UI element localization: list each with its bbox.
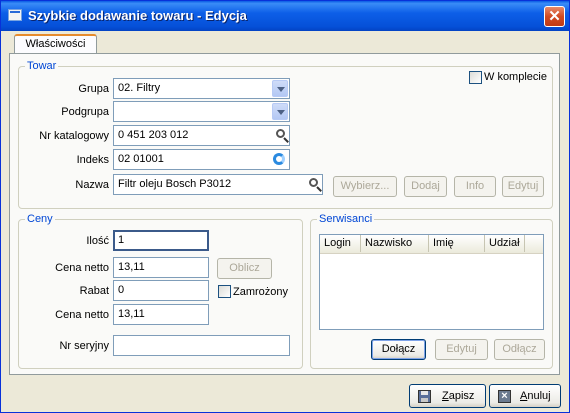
edytuj-serwisant-button[interactable]: Edytuj bbox=[435, 339, 488, 360]
save-icon bbox=[418, 390, 431, 403]
podgrupa-combo[interactable] bbox=[113, 101, 290, 122]
cena-netto-label: Cena netto bbox=[55, 262, 109, 274]
info-button[interactable]: Info bbox=[454, 176, 496, 197]
chevron-down-icon[interactable] bbox=[272, 103, 288, 120]
grupa-label: Grupa bbox=[78, 83, 109, 95]
indeks-label: Indeks bbox=[76, 154, 109, 166]
rabat-field[interactable]: 0 bbox=[113, 280, 209, 301]
column-header-imie[interactable]: Imię bbox=[429, 235, 485, 252]
cancel-label: Anuluj bbox=[520, 390, 551, 402]
refresh-icon[interactable] bbox=[273, 153, 285, 165]
search-icon[interactable] bbox=[309, 178, 318, 187]
close-button[interactable]: ✕ bbox=[544, 6, 565, 27]
cancel-icon: × bbox=[498, 390, 511, 403]
ilosc-field[interactable]: 1 bbox=[113, 230, 209, 251]
w-komplecie-checkbox[interactable] bbox=[469, 71, 482, 84]
towar-legend: Towar bbox=[27, 60, 57, 72]
podgrupa-label: Podgrupa bbox=[61, 106, 109, 118]
ilosc-label: Ilość bbox=[86, 235, 109, 247]
save-label: Zapisz bbox=[442, 390, 475, 402]
indeks-value: 02 01001 bbox=[118, 153, 164, 165]
nr-katalogowy-label: Nr katalogowy bbox=[39, 130, 109, 142]
nr-katalogowy-field[interactable]: 0 451 203 012 bbox=[113, 125, 290, 146]
nazwa-label: Nazwa bbox=[75, 179, 109, 191]
column-header-login[interactable]: Login bbox=[320, 235, 361, 252]
nr-seryjny-label: Nr seryjny bbox=[59, 340, 109, 352]
nazwa-field[interactable]: Filtr oleju Bosch P3012 bbox=[113, 174, 323, 195]
column-header-udzial[interactable]: Udział bbox=[485, 235, 525, 252]
w-komplecie-label[interactable]: W komplecie bbox=[484, 71, 547, 83]
zamrozony-label[interactable]: Zamrożony bbox=[233, 286, 288, 298]
dodaj-button[interactable]: Dodaj bbox=[404, 176, 447, 197]
search-icon[interactable] bbox=[276, 129, 285, 138]
dialog-window: Szybkie dodawanie towaru - Edycja ✕ Właś… bbox=[0, 0, 570, 413]
cena-netto-2-label: Cena netto bbox=[55, 309, 109, 321]
grupa-value: 02. Filtry bbox=[118, 82, 161, 94]
cena-netto-field[interactable]: 13,11 bbox=[113, 257, 209, 278]
close-icon: ✕ bbox=[548, 8, 561, 25]
edytuj-towar-button[interactable]: Edytuj bbox=[502, 176, 544, 197]
ceny-legend: Ceny bbox=[27, 213, 53, 225]
wybierz-button[interactable]: Wybierz... bbox=[333, 176, 397, 197]
serwisanci-legend: Serwisanci bbox=[319, 213, 373, 225]
cena-netto-2-field[interactable]: 13,11 bbox=[113, 304, 209, 325]
window-icon bbox=[8, 9, 22, 21]
column-header-nazwisko[interactable]: Nazwisko bbox=[361, 235, 429, 252]
zamrozony-checkbox[interactable] bbox=[218, 285, 231, 298]
tab-wlasciwosci[interactable]: Właściwości bbox=[14, 34, 97, 54]
list-header: Login Nazwisko Imię Udział bbox=[320, 235, 543, 254]
title-bar[interactable]: Szybkie dodawanie towaru - Edycja ✕ bbox=[1, 1, 569, 31]
nazwa-value: Filtr oleju Bosch P3012 bbox=[118, 178, 232, 190]
cancel-button[interactable]: × Anuluj bbox=[489, 384, 561, 408]
grupa-combo[interactable]: 02. Filtry bbox=[113, 78, 290, 99]
odlacz-button[interactable]: Odłącz bbox=[494, 339, 545, 360]
save-button[interactable]: Zapisz bbox=[409, 384, 486, 408]
oblicz-button[interactable]: Oblicz bbox=[217, 258, 272, 279]
window-title: Szybkie dodawanie towaru - Edycja bbox=[28, 8, 247, 23]
rabat-label: Rabat bbox=[79, 285, 109, 297]
nr-seryjny-field[interactable] bbox=[113, 335, 290, 356]
chevron-down-icon[interactable] bbox=[272, 80, 288, 97]
serwisanci-list[interactable]: Login Nazwisko Imię Udział bbox=[319, 234, 544, 330]
nr-katalogowy-value: 0 451 203 012 bbox=[118, 129, 189, 141]
indeks-field[interactable]: 02 01001 bbox=[113, 149, 290, 170]
dolacz-button[interactable]: Dołącz bbox=[371, 339, 426, 360]
